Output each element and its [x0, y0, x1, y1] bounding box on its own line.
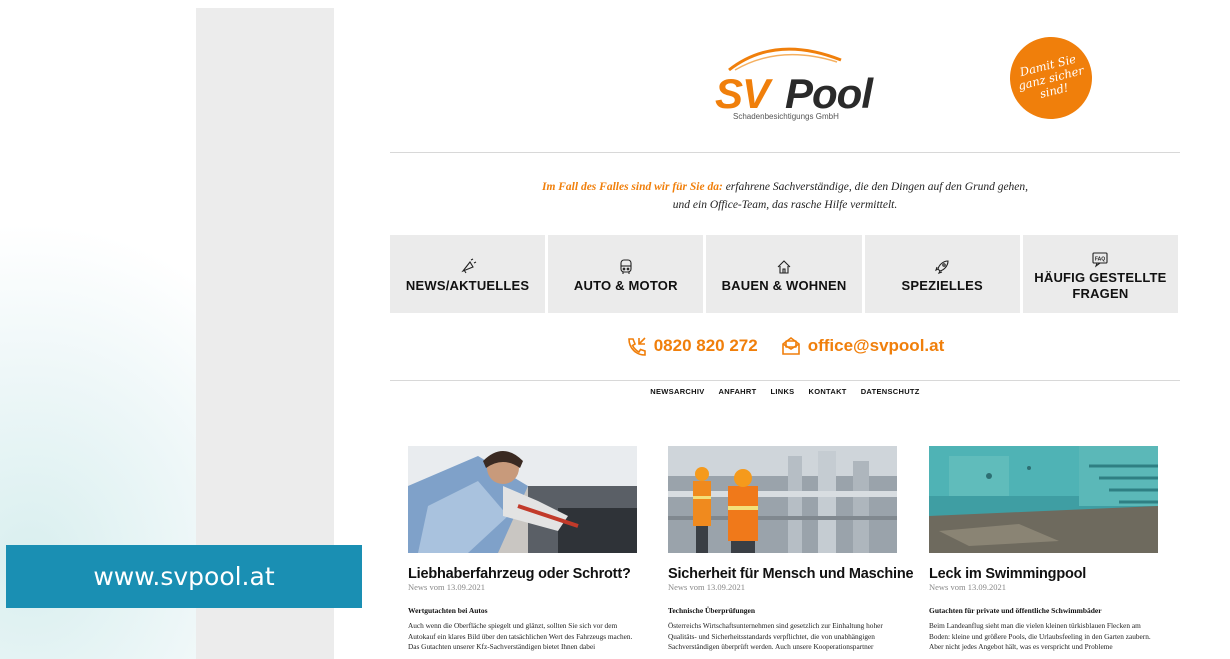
- logo-swoosh-icon: [728, 47, 842, 72]
- subnav-datenschutz[interactable]: DATENSCHUTZ: [861, 387, 920, 396]
- tile-label: AUTO & MOTOR: [573, 278, 678, 293]
- tile-label: NEWS/AKTUELLES: [405, 278, 530, 293]
- article-title[interactable]: Liebhaberfahrzeug oder Schrott?: [408, 566, 637, 582]
- website-page: SV Pool Schadenbesichtigungs GmbH Damit …: [390, 0, 1180, 659]
- tagline: Im Fall des Falles sind wir für Sie da: …: [390, 178, 1180, 214]
- article-image-pool[interactable]: [929, 446, 1158, 553]
- url-badge: www.svpool.at: [6, 545, 362, 608]
- url-badge-text: www.svpool.at: [93, 562, 275, 591]
- news-article-card[interactable]: Liebhaberfahrzeug oder Schrott? News vom…: [408, 446, 637, 653]
- contact-bar: 0820 820 272 office@svpool.at: [390, 336, 1180, 356]
- news-article-card[interactable]: Leck im Swimmingpool News vom 13.09.2021…: [929, 446, 1158, 653]
- logo-sv-text: SV: [715, 70, 770, 117]
- article-image-car-inspection[interactable]: [408, 446, 637, 553]
- industrial-workers-image: [668, 446, 897, 553]
- article-subtitle: Technische Überprüfungen: [668, 606, 756, 615]
- tagline-line-1: Im Fall des Falles sind wir für Sie da: …: [390, 178, 1180, 196]
- email-icon: [781, 337, 800, 355]
- tagline-rest: erfahrene Sachverständige, die den Dinge…: [722, 181, 1029, 193]
- tagline-highlight: Im Fall des Falles sind wir für Sie da:: [541, 181, 723, 193]
- rocket-icon: [935, 260, 949, 274]
- tile-faq[interactable]: FAQ HÄUFIG GESTELLTE FRAGEN: [1022, 235, 1179, 313]
- category-tiles: NEWS/AKTUELLES AUTO & MOTOR BAUEN & WOHN…: [390, 235, 1179, 313]
- header-divider: [390, 152, 1180, 153]
- logo-subtitle: Schadenbesichtigungs GmbH: [733, 112, 839, 121]
- faq-icon-text: FAQ: [1095, 257, 1105, 263]
- news-article-card[interactable]: Sicherheit für Mensch und Maschine News …: [668, 446, 914, 653]
- tagline-line-2: und ein Office-Team, das rasche Hilfe ve…: [672, 199, 898, 211]
- faq-icon: FAQ: [1092, 252, 1108, 268]
- article-date: News vom 13.09.2021: [668, 582, 745, 592]
- article-title[interactable]: Sicherheit für Mensch und Maschine: [668, 566, 914, 582]
- tile-label: SPEZIELLES: [901, 278, 983, 293]
- phone-icon: [627, 337, 646, 356]
- house-icon: [777, 260, 791, 274]
- sv-pool-logo[interactable]: SV Pool Schadenbesichtigungs GmbH: [715, 40, 873, 122]
- phone-number[interactable]: 0820 820 272: [654, 336, 758, 356]
- subnav-anfahrt[interactable]: ANFAHRT: [719, 387, 757, 396]
- article-title[interactable]: Leck im Swimmingpool: [929, 566, 1158, 582]
- article-date: News vom 13.09.2021: [408, 582, 485, 592]
- slogan-seal: Damit Sie ganz sicher sind!: [1001, 28, 1101, 128]
- subnav-newsarchiv[interactable]: NEWSARCHIV: [650, 387, 704, 396]
- empty-pool-image: [929, 446, 1158, 553]
- tile-news[interactable]: NEWS/AKTUELLES: [390, 235, 546, 313]
- article-image-industrial[interactable]: [668, 446, 897, 553]
- tile-label: BAUEN & WOHNEN: [721, 278, 847, 293]
- subnav-links[interactable]: LINKS: [770, 387, 794, 396]
- article-body: Österreichs Wirtschaftsunternehmen sind …: [668, 621, 883, 651]
- contact-divider: [390, 380, 1180, 381]
- tile-spezielles[interactable]: SPEZIELLES: [864, 235, 1020, 313]
- logo-pool-text: Pool: [785, 70, 873, 117]
- secondary-nav: NEWSARCHIV ANFAHRT LINKS KONTAKT DATENSC…: [390, 387, 1180, 396]
- megaphone-icon: [460, 258, 476, 274]
- article-date: News vom 13.09.2021: [929, 582, 1006, 592]
- tile-label: HÄUFIG GESTELLTE FRAGEN: [1034, 270, 1167, 301]
- car-mechanic-image: [408, 446, 637, 553]
- subnav-kontakt[interactable]: KONTAKT: [808, 387, 846, 396]
- email-address[interactable]: office@svpool.at: [808, 336, 945, 356]
- article-subtitle: Wertgutachten bei Autos: [408, 606, 488, 615]
- article-subtitle: Gutachten für private und öffentliche Sc…: [929, 606, 1102, 615]
- tile-auto-motor[interactable]: AUTO & MOTOR: [548, 235, 704, 313]
- article-body: Auch wenn die Oberfläche spiegelt und gl…: [408, 621, 633, 651]
- car-icon: [620, 259, 632, 274]
- article-body: Beim Landeanflug sieht man die vielen kl…: [929, 621, 1151, 651]
- tile-bauen-wohnen[interactable]: BAUEN & WOHNEN: [706, 235, 862, 313]
